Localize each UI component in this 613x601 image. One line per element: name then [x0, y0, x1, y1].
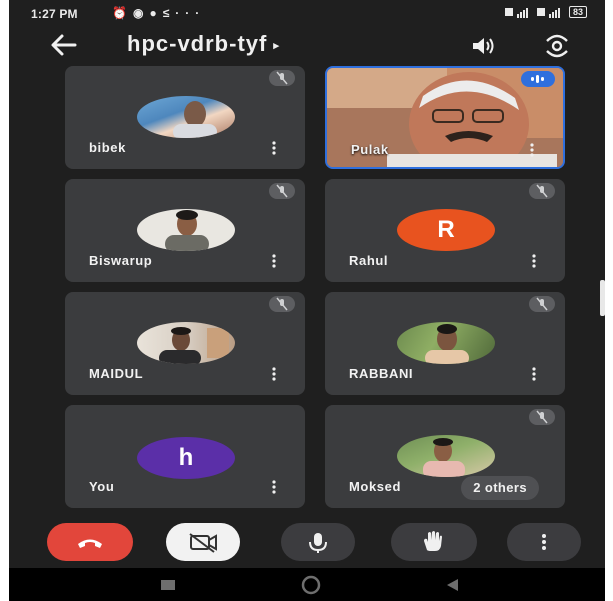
more-vert-icon[interactable]: [531, 254, 537, 268]
battery-icon: 83: [568, 6, 587, 18]
status-right-icons: 83: [504, 6, 587, 18]
raise-hand-icon: [424, 531, 442, 551]
mic-off-icon: [529, 183, 555, 199]
more-vert-icon[interactable]: [271, 480, 277, 494]
mute-notification-icon: ≤: [162, 6, 176, 20]
participant-name: Moksed: [349, 479, 402, 494]
end-call-button[interactable]: [47, 523, 133, 561]
mic-off-icon: [529, 409, 555, 425]
back-arrow-icon[interactable]: [49, 32, 79, 58]
participant-tile[interactable]: bibek: [65, 66, 305, 169]
others-count-chip[interactable]: 2 others: [461, 476, 539, 500]
microphone-button[interactable]: [281, 523, 355, 561]
participant-name: bibek: [89, 140, 126, 155]
mic-off-icon: [269, 296, 295, 312]
back-icon[interactable]: [444, 577, 460, 593]
avatar-initial: R: [397, 209, 495, 251]
meeting-title[interactable]: hpc-vdrb-tyf ▸: [127, 31, 280, 57]
more-options-button[interactable]: [507, 523, 581, 561]
participant-tile[interactable]: MAIDUL: [65, 292, 305, 395]
scroll-indicator[interactable]: [600, 280, 605, 316]
chat-icon: ●: [149, 6, 163, 20]
more-vert-icon[interactable]: [529, 143, 535, 157]
microphone-icon: [309, 533, 327, 553]
participant-tile[interactable]: Moksed 2 others: [325, 405, 565, 508]
home-icon[interactable]: [300, 575, 322, 595]
mic-off-icon: [529, 296, 555, 312]
messenger-icon: ◉: [132, 6, 150, 20]
more-vert-icon[interactable]: [271, 141, 277, 155]
avatar-initial: h: [137, 437, 235, 479]
participant-tile-self[interactable]: h You: [65, 405, 305, 508]
more-vert-icon[interactable]: [271, 254, 277, 268]
meeting-code: hpc-vdrb-tyf: [127, 31, 268, 56]
participant-name: RABBANI: [349, 366, 414, 381]
mic-off-icon: [269, 70, 295, 86]
avatar: [137, 209, 235, 251]
system-navigation-bar: [9, 568, 605, 601]
more-vert-icon[interactable]: [531, 367, 537, 381]
participant-name: Rahul: [349, 253, 389, 268]
meeting-header: hpc-vdrb-tyf ▸: [9, 26, 605, 66]
notification-icons: ⏰◉●≤···: [112, 6, 205, 20]
more-vert-icon: [542, 534, 546, 550]
participant-name: MAIDUL: [89, 366, 144, 381]
phone-screen: 1:27 PM ⏰◉●≤··· 83 hpc-vdrb-tyf ▸ bibek …: [9, 0, 605, 601]
raise-hand-button[interactable]: [391, 523, 477, 561]
avatar: [397, 435, 495, 477]
participant-name: Pulak: [351, 142, 389, 157]
participant-tile[interactable]: R Rahul: [325, 179, 565, 282]
signal-icon-2: [536, 8, 560, 18]
participant-tile[interactable]: RABBANI: [325, 292, 565, 395]
participant-name: You: [89, 479, 115, 494]
audio-activity-icon: [521, 71, 555, 87]
more-dots-icon: ···: [175, 6, 206, 20]
avatar: [137, 322, 235, 364]
status-time: 1:27 PM: [31, 7, 78, 21]
participant-tile-active-speaker[interactable]: Pulak: [325, 66, 565, 169]
avatar: [137, 96, 235, 138]
mic-off-icon: [269, 183, 295, 199]
switch-camera-icon[interactable]: [543, 33, 571, 59]
recents-icon[interactable]: [159, 578, 177, 592]
participant-tile[interactable]: Biswarup: [65, 179, 305, 282]
participant-name: Biswarup: [89, 253, 153, 268]
more-vert-icon[interactable]: [271, 367, 277, 381]
signal-icon: [504, 8, 528, 18]
alarm-icon: ⏰: [112, 6, 133, 20]
caret-right-icon: ▸: [273, 39, 280, 52]
phone-hangup-icon: [78, 539, 102, 548]
speaker-icon[interactable]: [470, 34, 496, 58]
camera-off-icon: [189, 533, 217, 553]
avatar: [397, 322, 495, 364]
status-bar: 1:27 PM ⏰◉●≤··· 83: [9, 0, 605, 26]
camera-toggle-button[interactable]: [166, 523, 240, 561]
